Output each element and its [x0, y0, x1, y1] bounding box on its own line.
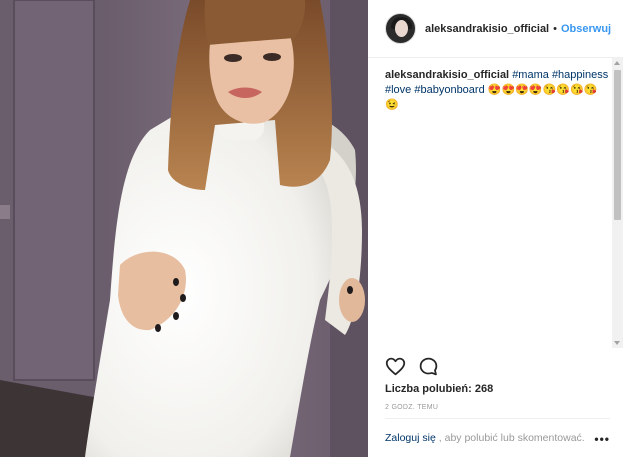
login-link[interactable]: Zaloguj się: [385, 432, 436, 444]
comment-icon[interactable]: [418, 356, 439, 377]
follow-button[interactable]: Obserwuj: [561, 23, 611, 35]
hashtag-mama[interactable]: #mama: [512, 69, 549, 81]
more-options-icon[interactable]: •••: [594, 432, 610, 446]
scroll-down-arrow-icon[interactable]: [614, 341, 620, 345]
follow-separator: •: [553, 22, 557, 35]
post-caption: aleksandrakisio_official #mama #happines…: [385, 68, 610, 113]
comments-scrollbar[interactable]: [612, 58, 623, 348]
avatar-face: [395, 20, 408, 37]
post-header: aleksandrakisio_official • Obserwuj: [368, 0, 623, 58]
username-link[interactable]: aleksandrakisio_official: [425, 23, 549, 35]
post-side-panel: aleksandrakisio_official • Obserwuj alek…: [368, 0, 623, 457]
scroll-up-arrow-icon[interactable]: [614, 61, 620, 65]
hashtag-love[interactable]: #love: [385, 84, 411, 96]
login-prompt-text: , aby polubić lub skomentować.: [438, 432, 585, 444]
post-photo[interactable]: [0, 0, 368, 457]
photo-illustration: [0, 0, 368, 457]
post-timestamp[interactable]: 2 GODZ. TEMU: [385, 404, 438, 411]
likes-label: Liczba polubień:: [385, 383, 472, 395]
avatar[interactable]: [385, 13, 416, 44]
hashtag-happiness[interactable]: #happiness: [552, 69, 608, 81]
likes-summary: Liczba polubień: 268: [385, 383, 493, 395]
heart-icon[interactable]: [385, 356, 406, 377]
post-actions: [385, 356, 439, 378]
caption-username[interactable]: aleksandrakisio_official: [385, 69, 509, 81]
login-footer: Zaloguj się , aby polubić lub skomentowa…: [385, 418, 610, 457]
likes-count[interactable]: 268: [475, 383, 493, 395]
scrollbar-thumb[interactable]: [614, 70, 621, 220]
hashtag-babyonboard[interactable]: #babyonboard: [414, 84, 484, 96]
